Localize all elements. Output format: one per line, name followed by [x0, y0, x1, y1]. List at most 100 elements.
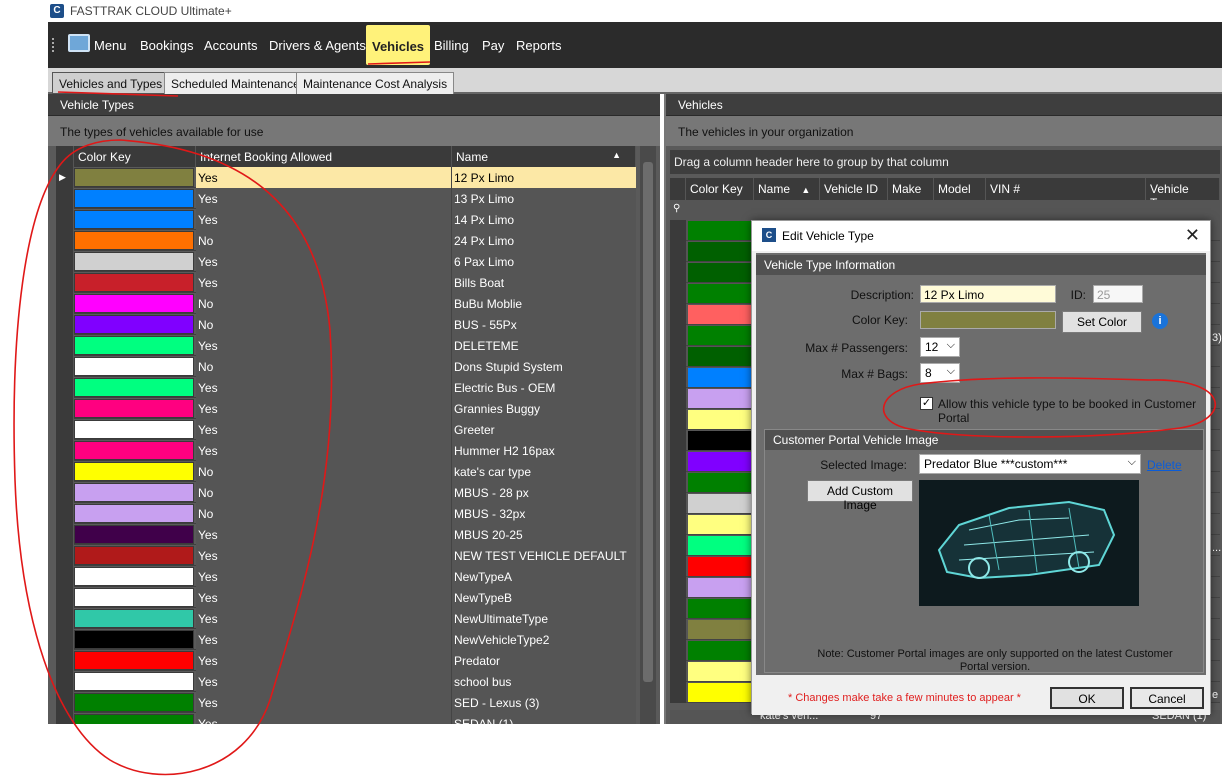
row-selector[interactable] — [670, 283, 686, 304]
row-selector[interactable] — [56, 398, 74, 419]
vehicle-type-row[interactable]: Yes SED - Lexus (3) — [56, 692, 636, 713]
vehicle-type-row[interactable]: Yes school bus — [56, 671, 636, 692]
vehicle-type-row[interactable]: Yes Greeter — [56, 419, 636, 440]
row-selector[interactable] — [670, 304, 686, 325]
column-header-vin[interactable]: VIN # — [986, 178, 1146, 200]
scrollbar-thumb[interactable] — [643, 162, 653, 682]
row-selector[interactable] — [670, 682, 686, 703]
row-selector[interactable] — [56, 293, 74, 314]
filter-icon[interactable]: ⚲ — [673, 203, 680, 214]
column-header-color-key[interactable]: Color Key — [74, 146, 196, 167]
column-header-model[interactable]: Model — [934, 178, 986, 200]
tab-vehicles-and-types[interactable]: Vehicles and Types — [52, 72, 170, 94]
vehicle-type-row[interactable]: Yes NewTypeA — [56, 566, 636, 587]
row-selector[interactable] — [670, 556, 686, 577]
row-selector[interactable] — [56, 209, 74, 230]
tab-scheduled-maintenance[interactable]: Scheduled Maintenance — [164, 72, 307, 94]
close-icon[interactable]: ✕ — [1185, 225, 1200, 246]
add-custom-image-button[interactable]: Add Custom Image — [807, 480, 913, 512]
delete-image-link[interactable]: Delete — [1147, 458, 1182, 472]
vehicle-type-row[interactable]: No BUS - 55Px — [56, 314, 636, 335]
column-header-name[interactable]: Name ▲ — [452, 146, 636, 167]
tab-maintenance-cost-analysis[interactable]: Maintenance Cost Analysis — [296, 72, 455, 94]
row-selector[interactable] — [670, 640, 686, 661]
vehicle-type-row[interactable]: Yes Predator — [56, 650, 636, 671]
vehicle-type-row[interactable]: Yes Grannies Buggy — [56, 398, 636, 419]
row-selector[interactable] — [56, 566, 74, 587]
row-selector[interactable] — [670, 451, 686, 472]
row-selector[interactable] — [56, 713, 74, 724]
vehicle-type-row[interactable]: No MBUS - 28 px — [56, 482, 636, 503]
vehicle-type-row[interactable]: No kate's car type — [56, 461, 636, 482]
row-selector[interactable] — [670, 535, 686, 556]
row-selector[interactable] — [670, 367, 686, 388]
row-selector[interactable] — [56, 419, 74, 440]
menu-item-billing[interactable]: Billing — [434, 38, 469, 53]
row-selector[interactable] — [670, 262, 686, 283]
row-selector[interactable] — [56, 251, 74, 272]
vehicle-type-row[interactable]: ▶ Yes 12 Px Limo — [56, 167, 636, 188]
max-bags-select[interactable]: 8 ⌵ — [920, 363, 960, 383]
row-selector[interactable] — [56, 461, 74, 482]
column-header-internet-booking[interactable]: Internet Booking Allowed — [196, 146, 452, 167]
description-input[interactable]: 12 Px Limo — [920, 285, 1056, 303]
vehicle-type-row[interactable]: Yes NEW TEST VEHICLE DEFAULT — [56, 545, 636, 566]
vehicle-type-row[interactable]: Yes 13 Px Limo — [56, 188, 636, 209]
row-selector[interactable] — [670, 619, 686, 640]
vehicle-type-row[interactable]: Yes 14 Px Limo — [56, 209, 636, 230]
row-indicator-icon[interactable]: ▶ — [56, 167, 74, 188]
menu-item-drivers-agents[interactable]: Drivers & Agents — [269, 38, 366, 53]
column-header-color-key[interactable]: Color Key — [686, 178, 754, 200]
row-selector[interactable] — [56, 314, 74, 335]
row-selector[interactable] — [670, 346, 686, 367]
column-header-make[interactable]: Make — [888, 178, 934, 200]
row-selector[interactable] — [670, 472, 686, 493]
row-selector[interactable] — [56, 356, 74, 377]
row-selector[interactable] — [670, 430, 686, 451]
column-header-vehicle-id[interactable]: Vehicle ID — [820, 178, 888, 200]
column-header-name[interactable]: Name ▲ — [754, 178, 820, 200]
row-selector[interactable] — [56, 272, 74, 293]
row-selector[interactable] — [56, 482, 74, 503]
set-color-button[interactable]: Set Color — [1062, 311, 1142, 333]
vehicle-type-row[interactable]: No BuBu Moblie — [56, 293, 636, 314]
max-passengers-select[interactable]: 12 ⌵ — [920, 337, 960, 357]
vehicle-type-row[interactable]: Yes Electric Bus - OEM — [56, 377, 636, 398]
row-selector[interactable] — [670, 661, 686, 682]
row-selector[interactable] — [56, 335, 74, 356]
vehicle-type-row[interactable]: Yes NewUltimateType — [56, 608, 636, 629]
group-by-bar[interactable]: Drag a column header here to group by th… — [670, 150, 1220, 174]
column-header-vehicle-type[interactable]: Vehicle Type — [1146, 178, 1220, 210]
menu-item-pay[interactable]: Pay — [482, 38, 504, 53]
row-selector[interactable] — [670, 220, 686, 241]
selected-image-select[interactable]: Predator Blue ***custom*** ⌵ — [919, 454, 1141, 474]
menu-item-accounts[interactable]: Accounts — [204, 38, 257, 53]
vehicle-type-row[interactable]: Yes MBUS 20-25 — [56, 524, 636, 545]
vehicle-type-row[interactable]: Yes Bills Boat — [56, 272, 636, 293]
row-selector[interactable] — [56, 188, 74, 209]
vehicle-type-row[interactable]: No MBUS - 32px — [56, 503, 636, 524]
vehicle-type-row[interactable]: No Dons Stupid System — [56, 356, 636, 377]
row-selector[interactable] — [56, 440, 74, 461]
menu-button[interactable]: Menu — [94, 38, 127, 53]
row-selector[interactable] — [670, 493, 686, 514]
vehicle-type-row[interactable]: Yes NewTypeB — [56, 587, 636, 608]
row-selector[interactable] — [56, 608, 74, 629]
row-selector[interactable] — [56, 629, 74, 650]
row-selector[interactable] — [670, 388, 686, 409]
row-selector[interactable] — [56, 650, 74, 671]
row-selector[interactable] — [56, 503, 74, 524]
cancel-button[interactable]: Cancel — [1130, 687, 1204, 709]
row-selector[interactable] — [670, 325, 686, 346]
vehicle-type-row[interactable]: Yes 6 Pax Limo — [56, 251, 636, 272]
vehicle-type-row[interactable]: Yes NewVehicleType2 — [56, 629, 636, 650]
vehicle-type-row[interactable]: Yes SEDAN (1) — [56, 713, 636, 724]
row-selector[interactable] — [670, 409, 686, 430]
monitor-icon[interactable] — [68, 34, 90, 52]
row-selector[interactable] — [670, 598, 686, 619]
row-selector[interactable] — [56, 671, 74, 692]
menu-item-vehicles[interactable]: Vehicles — [366, 25, 431, 65]
info-icon[interactable]: i — [1152, 313, 1168, 329]
vehicle-type-row[interactable]: Yes DELETEME — [56, 335, 636, 356]
menu-item-bookings[interactable]: Bookings — [140, 38, 193, 53]
